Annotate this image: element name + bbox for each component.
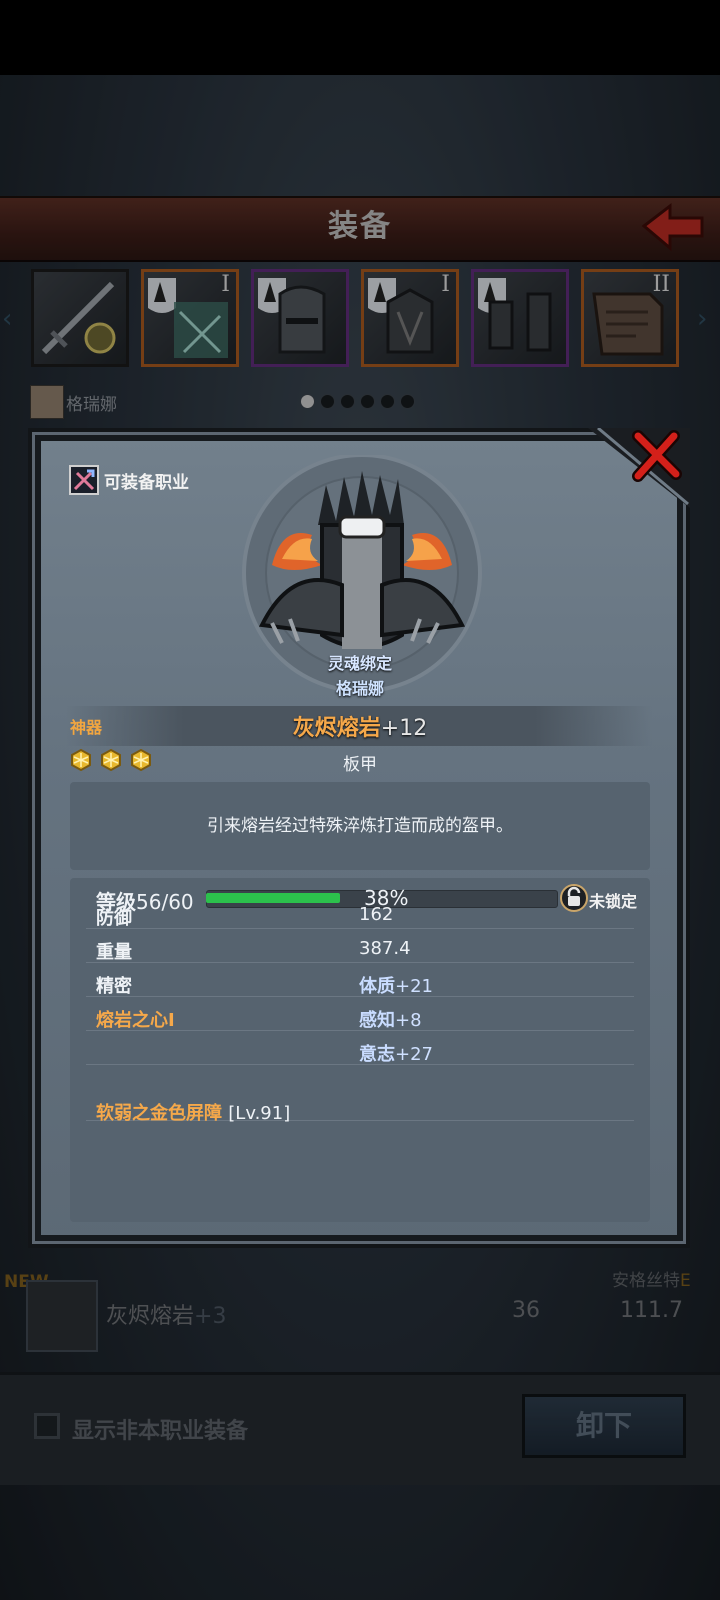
defense-value: 162 xyxy=(359,904,394,925)
level-value: 56/60 xyxy=(136,890,194,914)
class-icon xyxy=(69,465,99,495)
status-bar xyxy=(0,0,720,75)
defense-label: 防御 xyxy=(96,908,132,929)
row-divider xyxy=(86,928,634,929)
constitution-name: 体质 xyxy=(359,976,395,997)
perception-name: 感知 xyxy=(359,1010,395,1031)
perception-bonus: 感知+8 xyxy=(359,1006,422,1032)
skill-name-text: 软弱之金色屏障 xyxy=(96,1103,222,1124)
lava-heart-label: 熔岩之心Ⅰ xyxy=(96,1010,175,1031)
item-description: 引来熔岩经过特殊淬炼打造而成的盔甲。 xyxy=(207,816,513,836)
constitution-bonus: 体质+21 xyxy=(359,972,433,998)
soulbound-label: 灵魂绑定 xyxy=(327,654,392,673)
will-value: +27 xyxy=(395,1044,433,1065)
soulbound-owner: 格瑞娜 xyxy=(335,679,384,698)
precision-label: 精密 xyxy=(96,976,132,997)
item-enhance-level: +12 xyxy=(380,716,428,741)
row-divider xyxy=(86,962,634,963)
will-bonus: 意志+27 xyxy=(359,1040,433,1066)
close-icon[interactable] xyxy=(630,430,682,482)
item-name: 灰烬熔岩+12 xyxy=(0,710,720,742)
constitution-value: +21 xyxy=(395,976,433,997)
weight-label: 重量 xyxy=(96,942,132,963)
item-name-text: 灰烬熔岩 xyxy=(292,716,381,741)
perception-value: +8 xyxy=(395,1010,422,1031)
star-icon xyxy=(71,749,91,771)
star-icon xyxy=(131,749,151,771)
exp-bar-fill xyxy=(206,893,340,903)
skill-level: [Lv.91] xyxy=(228,1103,291,1124)
equippable-class-label[interactable]: 可装备职业 xyxy=(104,468,189,493)
star-icon xyxy=(101,749,121,771)
lock-icon[interactable] xyxy=(560,884,588,912)
lock-status[interactable]: 未锁定 xyxy=(589,888,637,912)
weight-value: 387.4 xyxy=(359,938,411,959)
will-name: 意志 xyxy=(359,1044,395,1065)
item-skill: 软弱之金色屏障 [Lv.91] xyxy=(96,1099,290,1125)
